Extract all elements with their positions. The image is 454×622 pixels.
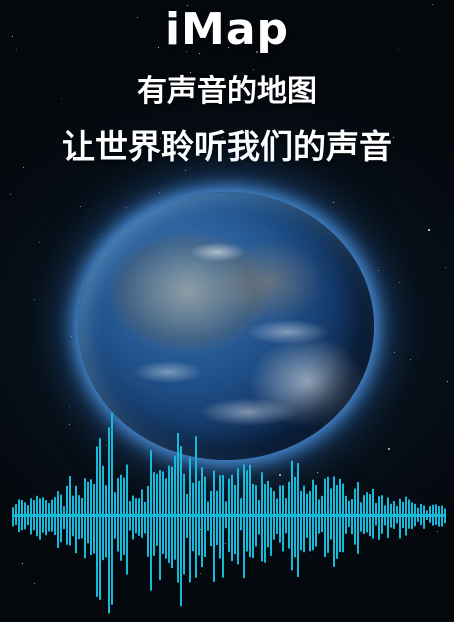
wave-bar <box>102 465 104 561</box>
wave-bar <box>90 479 92 555</box>
wave-bar <box>348 500 350 527</box>
wave-bar <box>252 483 254 558</box>
app-title: iMap <box>164 4 290 55</box>
star <box>428 229 430 231</box>
wave-bar <box>198 480 200 556</box>
wave-bar <box>333 476 335 567</box>
sound-wave-icon <box>12 412 446 614</box>
wave-bar <box>264 484 266 563</box>
wave-bar <box>45 500 47 536</box>
wave-bar <box>399 498 401 539</box>
star <box>39 242 40 243</box>
wave-bar <box>174 455 176 560</box>
star <box>399 282 400 283</box>
wave-bar <box>183 473 185 575</box>
wave-bar <box>303 485 305 553</box>
wave-bar <box>144 501 146 534</box>
wave-bar <box>309 491 311 552</box>
wave-bar <box>165 478 167 559</box>
tagline-secondary: 让世界聆听我们的声音 <box>62 127 392 166</box>
wave-bar <box>147 486 149 557</box>
wave-bar <box>249 464 251 558</box>
wave-bar <box>210 490 212 547</box>
wave-bar <box>177 433 179 583</box>
wave-bar <box>39 498 41 540</box>
wave-bar <box>366 492 368 533</box>
wave-bar <box>150 450 152 591</box>
star <box>159 192 160 193</box>
wave-bar <box>132 495 134 540</box>
wave-bar <box>126 464 128 575</box>
star <box>100 234 101 235</box>
tagline-primary: 有声音的地图 <box>137 74 317 109</box>
star <box>410 359 411 360</box>
wave-bar <box>153 472 155 556</box>
star <box>80 206 81 207</box>
wave-bar <box>357 482 359 554</box>
star <box>71 336 72 337</box>
wave-bar <box>96 446 98 597</box>
wave-bar <box>324 478 326 558</box>
wave-bar <box>48 503 50 532</box>
wave-bar <box>195 436 197 578</box>
star <box>126 207 127 208</box>
wave-bar <box>282 485 284 552</box>
wave-bar <box>108 427 110 614</box>
wave-bar <box>246 470 248 552</box>
wave-bar <box>87 481 89 544</box>
wave-bar <box>378 496 380 540</box>
wave-bar <box>99 438 101 600</box>
wave-bar <box>180 446 182 607</box>
wave-bar <box>243 464 245 578</box>
wave-bar <box>336 485 338 559</box>
wave-baseline <box>12 514 446 517</box>
wave-bar <box>69 476 71 546</box>
star <box>333 202 334 203</box>
star <box>447 381 448 382</box>
wave-bar <box>189 457 191 583</box>
wave-bar <box>258 500 260 535</box>
wave-bar <box>213 470 215 582</box>
wave-bar <box>297 463 299 577</box>
wave-bar <box>423 505 425 529</box>
wave-bar <box>372 489 374 539</box>
wave-bar <box>201 467 203 568</box>
wave-bar <box>330 488 332 540</box>
wave-bar <box>111 412 113 605</box>
wave-bar <box>231 474 233 561</box>
star <box>238 188 239 189</box>
wave-bar <box>156 473 158 546</box>
wave-bar <box>141 489 143 538</box>
wave-bar <box>171 466 173 568</box>
star <box>445 267 446 268</box>
wave-bar <box>120 474 122 561</box>
star <box>378 270 379 271</box>
wave-bar <box>81 497 83 539</box>
wave-bar <box>234 485 236 555</box>
wave-bar <box>60 494 62 543</box>
wave-bar <box>159 470 161 581</box>
wave-bar <box>270 487 272 556</box>
wave-bar <box>342 483 344 553</box>
star <box>185 170 186 171</box>
wave-bar <box>57 491 59 548</box>
star <box>10 194 11 195</box>
wave-bar <box>63 506 65 530</box>
wave-bar <box>105 485 107 558</box>
wave-bar <box>75 485 77 554</box>
wave-bar <box>222 474 224 578</box>
wave-bar <box>216 490 218 546</box>
wave-bar <box>78 495 80 540</box>
star <box>394 352 395 353</box>
star <box>34 299 35 300</box>
wave-bar <box>84 478 86 559</box>
wave-bar <box>387 497 389 538</box>
wave-bar <box>294 476 296 558</box>
wave-bar <box>93 484 95 554</box>
wave-bar <box>300 490 302 551</box>
wave-bar <box>162 471 164 554</box>
